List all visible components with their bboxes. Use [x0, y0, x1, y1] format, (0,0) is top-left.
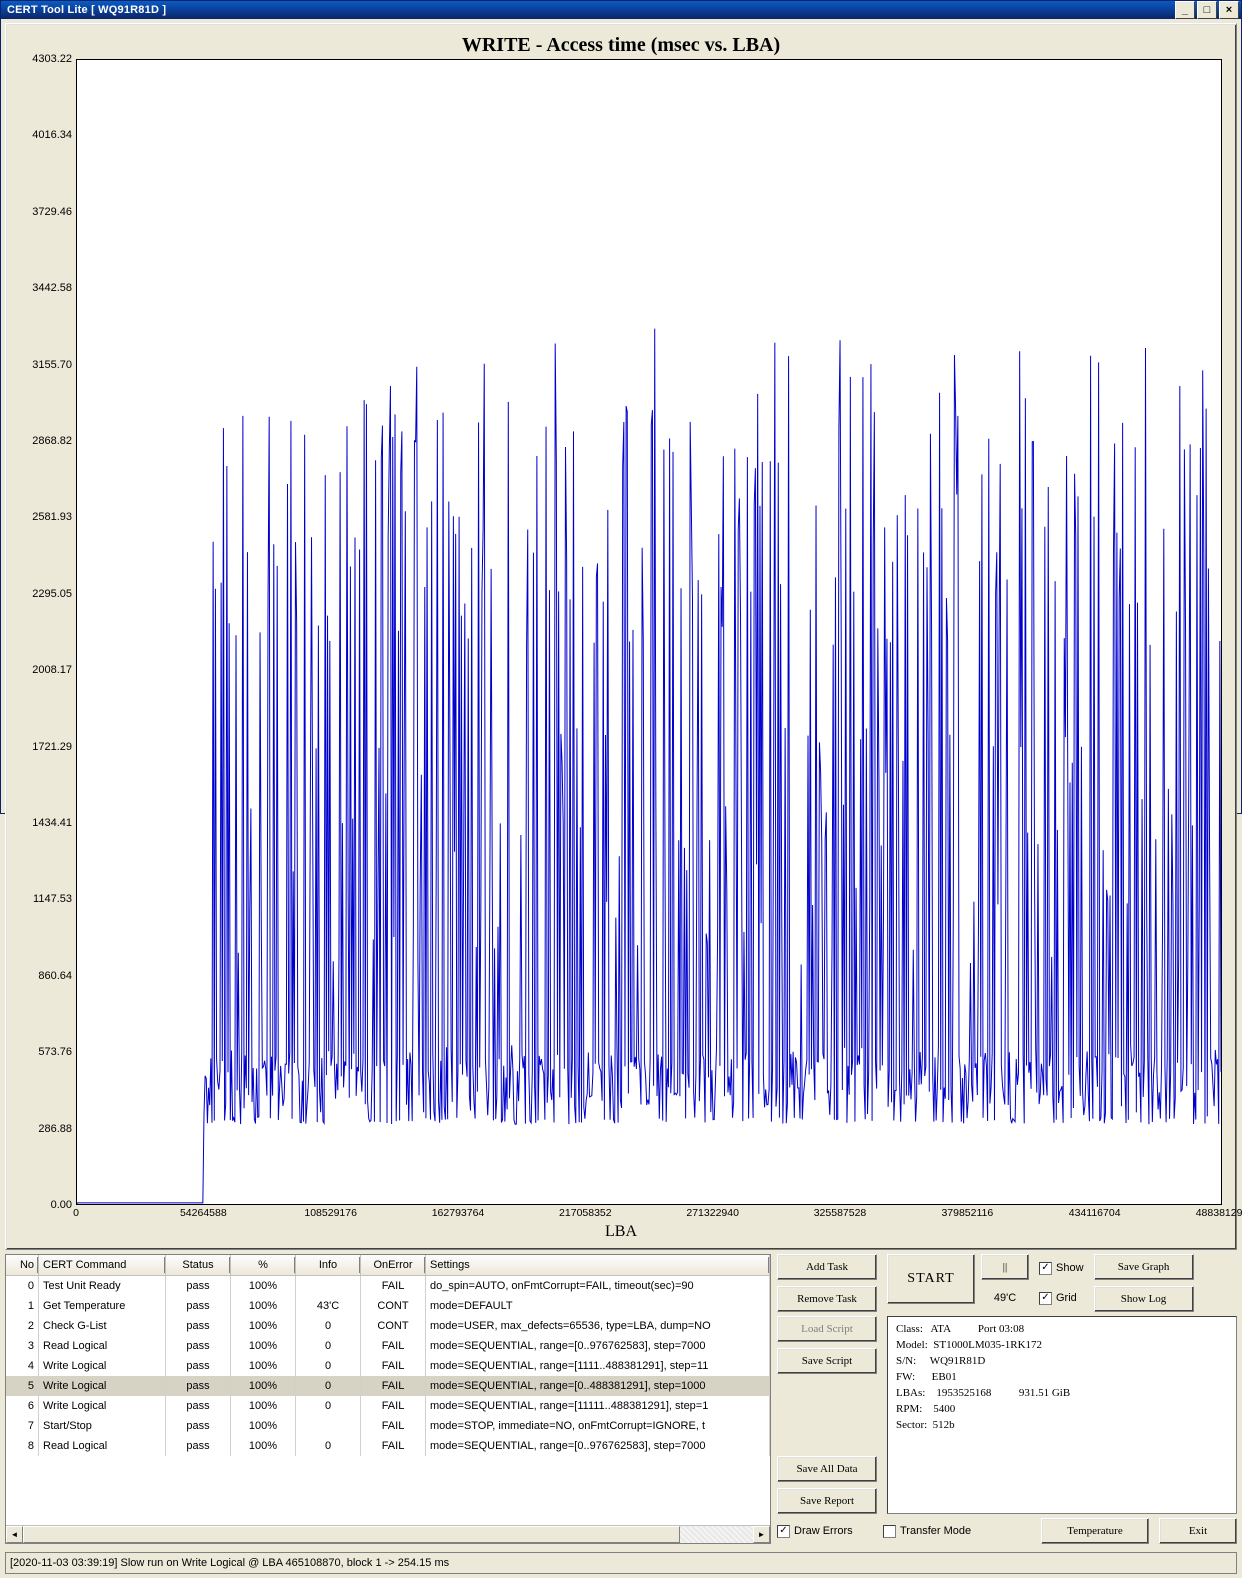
col-settings[interactable]: Settings [426, 1255, 770, 1275]
table-hscroll[interactable]: ◄ ► [6, 1525, 770, 1543]
load-script-button[interactable]: Load Script [777, 1316, 877, 1342]
scroll-right-button[interactable]: ► [753, 1526, 770, 1543]
scroll-left-button[interactable]: ◄ [6, 1526, 23, 1543]
table-row[interactable]: 3Read Logicalpass100%0FAILmode=SEQUENTIA… [6, 1336, 770, 1356]
table-row[interactable]: 4Write Logicalpass100%0FAILmode=SEQUENTI… [6, 1356, 770, 1376]
chart-panel: WRITE - Access time (msec vs. LBA) 0.002… [5, 23, 1237, 1250]
x-axis: 0542645881085291761627937642170583522713… [76, 1207, 1222, 1221]
table-row[interactable]: 8Read Logicalpass100%0FAILmode=SEQUENTIA… [6, 1436, 770, 1456]
chart-title: WRITE - Access time (msec vs. LBA) [20, 34, 1222, 57]
transfer-mode-checkbox[interactable]: Transfer Mode [883, 1522, 993, 1540]
grid-checkbox[interactable]: ✓Grid [1039, 1289, 1084, 1307]
drive-info-box: Class: ATA Port 03:08 Model: ST1000LM035… [887, 1316, 1237, 1514]
status-bar: [2020-11-03 03:39:19] Slow run on Write … [5, 1552, 1237, 1574]
table-row[interactable]: 0Test Unit Readypass100%FAILdo_spin=AUTO… [6, 1276, 770, 1296]
temperature-button[interactable]: Temperature [1041, 1518, 1149, 1544]
table-header: No CERT Command Status % Info OnError Se… [6, 1255, 770, 1276]
pause-button[interactable]: || [981, 1254, 1029, 1280]
start-button[interactable]: START [887, 1254, 975, 1304]
task-table[interactable]: No CERT Command Status % Info OnError Se… [5, 1254, 771, 1544]
minimize-button[interactable]: _ [1175, 1, 1195, 19]
window-title: CERT Tool Lite [ WQ91R81D ] [7, 4, 166, 16]
save-report-button[interactable]: Save Report [777, 1488, 877, 1514]
status-text: [2020-11-03 03:39:19] Slow run on Write … [10, 1557, 449, 1569]
temp-readout: 49'C [981, 1286, 1029, 1310]
table-row[interactable]: 5Write Logicalpass100%0FAILmode=SEQUENTI… [6, 1376, 770, 1396]
titlebar[interactable]: CERT Tool Lite [ WQ91R81D ] _ □ × [1, 1, 1241, 19]
col-status[interactable]: Status [166, 1255, 231, 1275]
show-log-button[interactable]: Show Log [1094, 1286, 1194, 1312]
app-window: CERT Tool Lite [ WQ91R81D ] _ □ × WRITE … [0, 0, 1242, 814]
save-script-button[interactable]: Save Script [777, 1348, 877, 1374]
close-button[interactable]: × [1219, 1, 1239, 19]
col-pct[interactable]: % [231, 1255, 296, 1275]
col-onerror[interactable]: OnError [361, 1255, 426, 1275]
draw-errors-checkbox[interactable]: ✓Draw Errors [777, 1522, 873, 1540]
scroll-thumb[interactable] [23, 1526, 680, 1543]
col-cmd[interactable]: CERT Command [39, 1255, 166, 1275]
table-row[interactable]: 6Write Logicalpass100%0FAILmode=SEQUENTI… [6, 1396, 770, 1416]
exit-button[interactable]: Exit [1159, 1518, 1237, 1544]
table-row[interactable]: 1Get Temperaturepass100%43'CCONTmode=DEF… [6, 1296, 770, 1316]
x-axis-label: LBA [20, 1223, 1222, 1241]
y-axis: 0.00286.88573.76860.641147.531434.411721… [20, 59, 76, 1205]
save-all-data-button[interactable]: Save All Data [777, 1456, 877, 1482]
col-info[interactable]: Info [296, 1255, 361, 1275]
col-no[interactable]: No [6, 1255, 39, 1275]
save-graph-button[interactable]: Save Graph [1094, 1254, 1194, 1280]
table-row[interactable]: 7Start/Stoppass100%FAILmode=STOP, immedi… [6, 1416, 770, 1436]
chart-plot[interactable] [76, 59, 1222, 1205]
remove-task-button[interactable]: Remove Task [777, 1286, 877, 1312]
table-row[interactable]: 2Check G-Listpass100%0CONTmode=USER, max… [6, 1316, 770, 1336]
maximize-button[interactable]: □ [1197, 1, 1217, 19]
add-task-button[interactable]: Add Task [777, 1254, 877, 1280]
show-checkbox[interactable]: ✓Show [1039, 1259, 1084, 1277]
